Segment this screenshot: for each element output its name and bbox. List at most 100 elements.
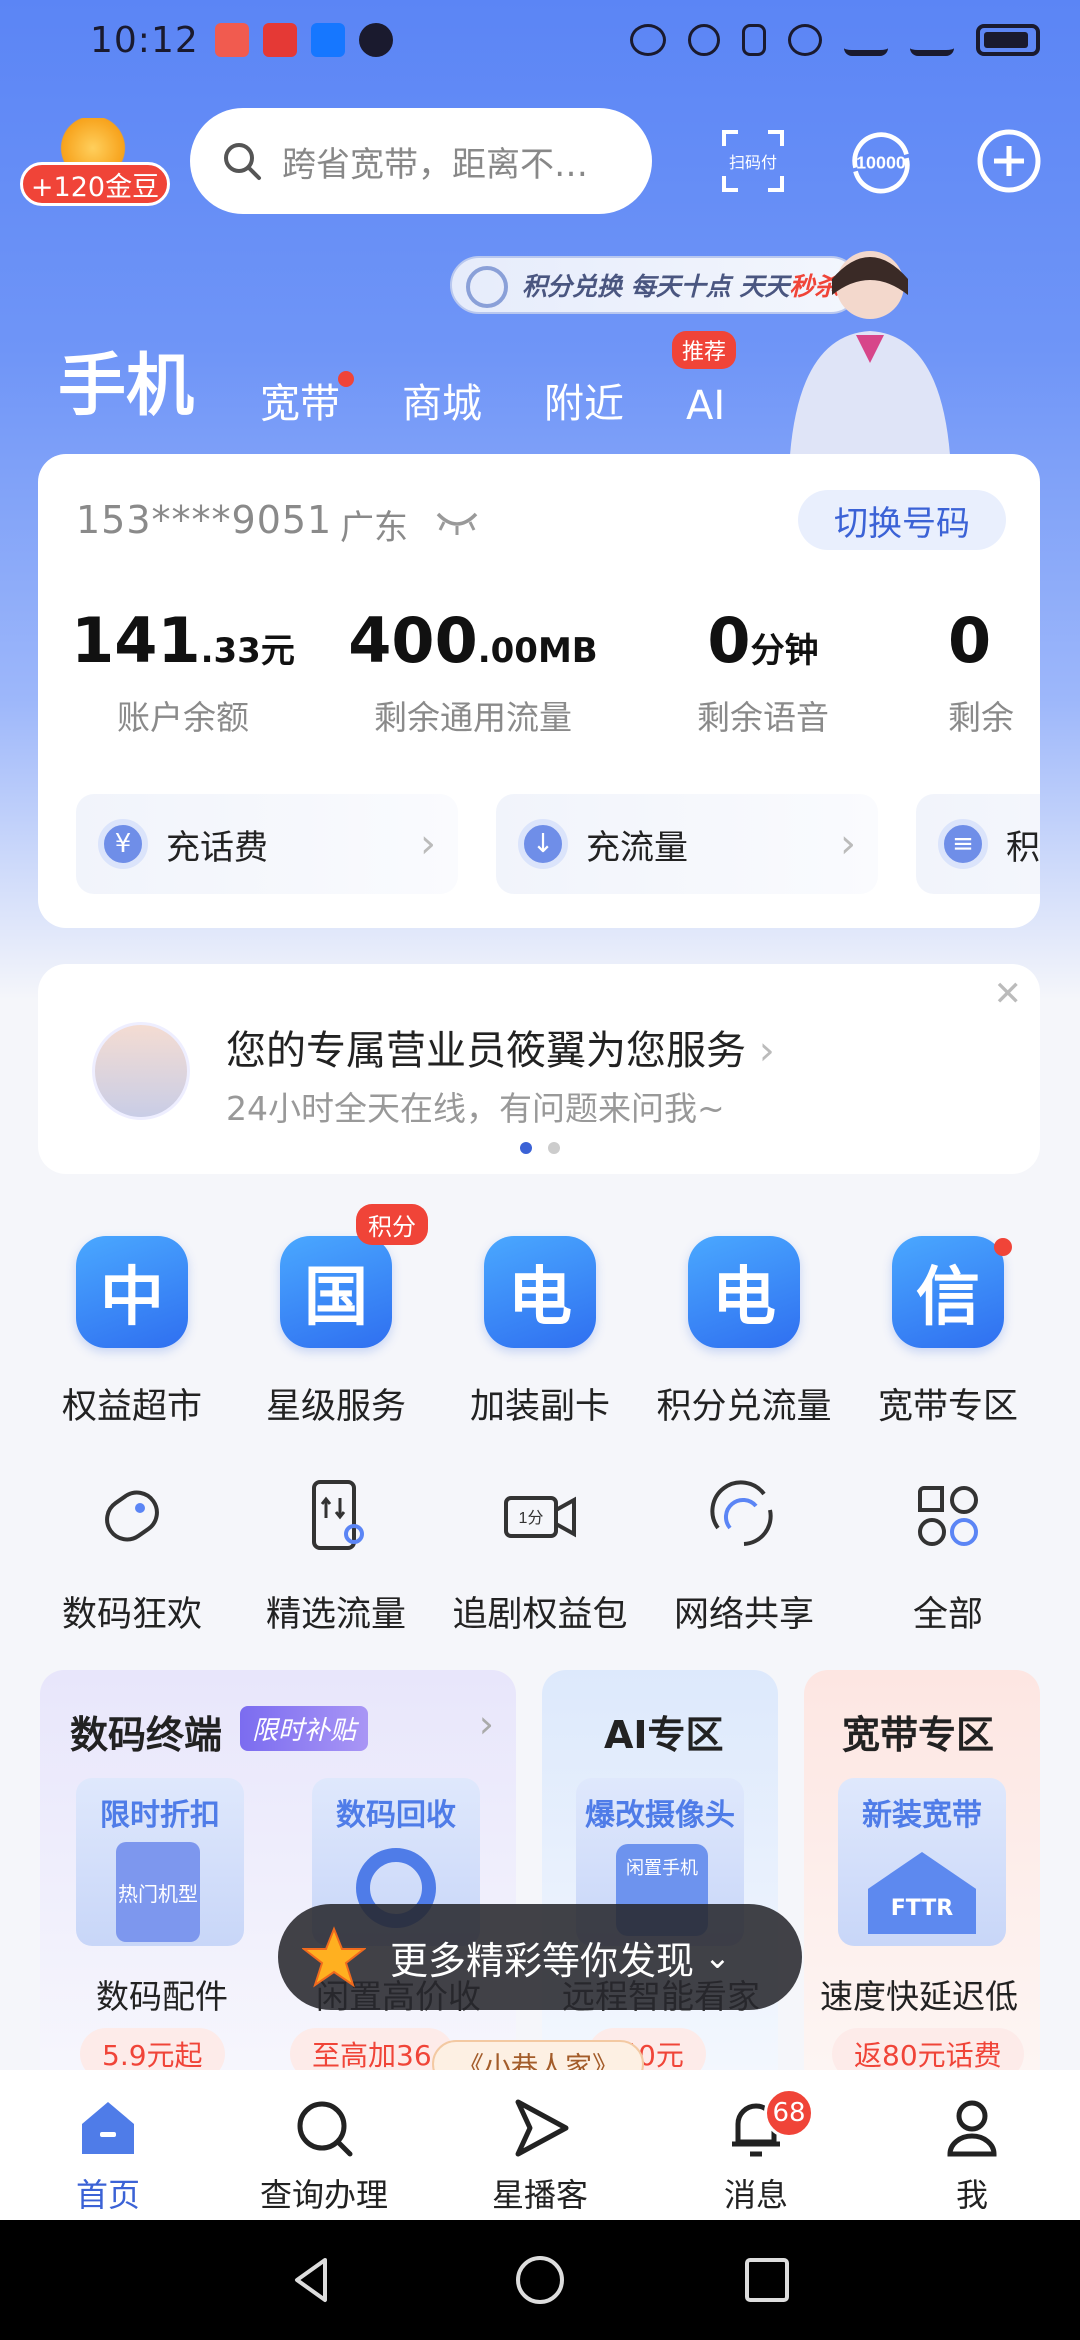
grid-item-points-for-data[interactable]: 电 积分兑流量 bbox=[642, 1236, 846, 1429]
tab-red-dot bbox=[338, 371, 355, 387]
grid-label: 积分兑流量 bbox=[656, 1387, 832, 1427]
stat-label: 剩余语音 bbox=[697, 698, 829, 737]
add-button[interactable] bbox=[976, 128, 1042, 194]
tab-mall[interactable]: 商城 bbox=[402, 371, 482, 429]
plus-circle-icon bbox=[977, 129, 1041, 193]
service-grid-row1: 中 权益超市 积分 国 星级服务 电 加装副卡 电 积分兑流量 信 宽带专区 bbox=[30, 1204, 1050, 1429]
digital-terminal-card[interactable]: 数码终端 限时补贴 › 限时折扣 热门机型 数码配件 5.9元起 数码回收 闲置… bbox=[40, 1670, 516, 2090]
service-agent-illustration bbox=[790, 251, 950, 455]
grid-item-network-share[interactable]: 网络共享 bbox=[642, 1476, 846, 1637]
dian-icon: 电 bbox=[688, 1236, 800, 1348]
grid-item-drama-pack[interactable]: 1分 追剧权益包 bbox=[438, 1476, 642, 1637]
grid-item-star-service[interactable]: 积分 国 星级服务 bbox=[234, 1204, 438, 1429]
quick-action-label: 积 bbox=[1006, 827, 1040, 868]
tab-ai[interactable]: AI 推荐 bbox=[672, 331, 737, 429]
staff-service-card[interactable]: 您的专属营业员筱翼为您服务 › 24小时全天在线，有问题来问我~ ✕ bbox=[38, 964, 1040, 1174]
grid-item-broadband-zone[interactable]: 信 宽带专区 bbox=[846, 1236, 1050, 1429]
close-icon[interactable]: ✕ bbox=[994, 974, 1023, 1014]
image-caption: 爆改摄像头 bbox=[585, 1798, 735, 1833]
status-system-icons bbox=[630, 24, 1040, 56]
service-grid-row2: 数码狂欢 精选流量 1分 追剧权益包 网络共享 全部 bbox=[30, 1476, 1050, 1637]
yuan-icon: ¥ bbox=[98, 819, 148, 869]
promo-label: 数码配件 bbox=[96, 1977, 228, 2016]
discover-more-toast[interactable]: 更多精彩等你发现 ⌄ bbox=[278, 1904, 802, 2010]
stat-value: 0 bbox=[948, 604, 992, 677]
promo-image-broadband[interactable]: 新装宽带 FTTR bbox=[838, 1778, 1006, 1946]
nav-me[interactable]: 我 bbox=[864, 2096, 1080, 2220]
search-placeholder: 跨省宽带，距离不… bbox=[282, 144, 588, 185]
nav-label: 首页 bbox=[75, 2176, 140, 2214]
guo-icon: 国 bbox=[280, 1236, 392, 1348]
nav-messages[interactable]: 68 消息 bbox=[648, 2088, 864, 2220]
scan-pay-button[interactable]: 扫码付 bbox=[720, 128, 786, 194]
recharge-data-button[interactable]: ↓ 充流量 › bbox=[496, 794, 878, 894]
send-play-icon bbox=[515, 2099, 569, 2157]
tab-nearby[interactable]: 附近 bbox=[544, 371, 624, 429]
nav-label: 星播客 bbox=[491, 2176, 588, 2214]
nav-star-podcast[interactable]: 星播客 bbox=[432, 2096, 648, 2220]
grid-label: 数码狂欢 bbox=[61, 1595, 202, 1635]
grid-item-add-sub-card[interactable]: 电 加装副卡 bbox=[438, 1236, 642, 1429]
stat-balance[interactable]: 141.33元 账户余额 bbox=[38, 604, 328, 739]
grid-item-digital-carnival[interactable]: 数码狂欢 bbox=[30, 1476, 234, 1637]
recharge-phone-button[interactable]: ¥ 充话费 › bbox=[76, 794, 458, 894]
nav-query[interactable]: 查询办理 bbox=[216, 2096, 432, 2220]
chevron-right-icon: › bbox=[478, 1702, 494, 1746]
grid-label: 宽带专区 bbox=[877, 1387, 1018, 1427]
ai-zone-card[interactable]: AI专区 爆改摄像头 闲置手机 远程智能看家 月0元 bbox=[542, 1670, 778, 2090]
grid-item-benefits-market[interactable]: 中 权益超市 bbox=[30, 1236, 234, 1429]
vibrate-icon bbox=[742, 24, 766, 56]
broadband-zone-card[interactable]: 宽带专区 新装宽带 FTTR 速度快延迟低 返80元话费 bbox=[804, 1670, 1040, 2090]
service-10000-icon: 10000 bbox=[852, 132, 910, 194]
stat-label: 剩余 bbox=[948, 698, 1014, 737]
stat-data[interactable]: 400.00MB 剩余通用流量 bbox=[328, 604, 618, 739]
nav-home[interactable]: 首页 bbox=[0, 2096, 216, 2220]
switch-number-button[interactable]: 切换号码 bbox=[798, 490, 1006, 550]
account-stats: 141.33元 账户余额 400.00MB 剩余通用流量 0分钟 剩余语音 0 … bbox=[38, 604, 1040, 739]
stat-unit: .00MB bbox=[477, 631, 598, 671]
toast-text: 更多精彩等你发现 bbox=[390, 1938, 695, 1983]
promo-text: 积分兑换 每天十点 天天 bbox=[522, 272, 790, 301]
wechat-app-icon bbox=[358, 23, 393, 57]
image-caption: 数码回收 bbox=[336, 1798, 456, 1833]
customer-service-button[interactable]: 10000 bbox=[848, 128, 918, 194]
promo-image-accessories[interactable]: 限时折扣 热门机型 bbox=[76, 1778, 244, 1946]
stat-remaining[interactable]: 0 剩余 bbox=[908, 604, 1040, 739]
stat-value: 141 bbox=[71, 604, 201, 677]
svg-text:1分: 1分 bbox=[519, 1509, 544, 1527]
nav-label: 消息 bbox=[723, 2176, 788, 2214]
tab-broadband[interactable]: 宽带 bbox=[260, 371, 355, 429]
phone-transfer-icon bbox=[296, 1476, 376, 1556]
telecom-logo-icon: 电 bbox=[484, 1236, 596, 1348]
grid-item-all[interactable]: 全部 bbox=[846, 1476, 1050, 1637]
stat-voice[interactable]: 0分钟 剩余语音 bbox=[618, 604, 908, 739]
points-button[interactable]: ≡ 积 bbox=[916, 794, 1040, 894]
status-bar: 10:12 bbox=[0, 0, 1080, 80]
clock-icon bbox=[466, 266, 508, 308]
hide-eye-icon[interactable] bbox=[434, 506, 480, 536]
staff-subtitle: 24小时全天在线，有问题来问我~ bbox=[226, 1089, 725, 1128]
coin-gift-icon[interactable] bbox=[50, 118, 136, 168]
search-bar[interactable]: 跨省宽带，距离不… bbox=[190, 108, 652, 214]
signal-4g-icon bbox=[910, 24, 954, 56]
recents-icon[interactable] bbox=[739, 2252, 795, 2308]
status-time: 10:12 bbox=[90, 19, 199, 61]
apps-grid-icon bbox=[908, 1476, 988, 1556]
grid-item-featured-data[interactable]: 精选流量 bbox=[234, 1476, 438, 1637]
grid-label: 加装副卡 bbox=[469, 1387, 610, 1427]
grid-label: 星级服务 bbox=[265, 1387, 406, 1427]
quick-action-label: 充话费 bbox=[166, 827, 268, 868]
huawei-app-icon bbox=[214, 23, 249, 57]
home-icon bbox=[82, 2102, 134, 2154]
carousel-dots bbox=[520, 1142, 560, 1154]
tab-phone[interactable]: 手机 bbox=[58, 330, 194, 429]
redbook-app-icon bbox=[262, 23, 297, 57]
home-circle-icon[interactable] bbox=[512, 2252, 568, 2308]
back-icon[interactable] bbox=[285, 2252, 341, 2308]
chevron-right-icon: › bbox=[420, 821, 436, 867]
quick-action-label: 充流量 bbox=[586, 827, 688, 868]
coin-badge[interactable]: +120金豆 bbox=[20, 162, 170, 206]
battery-icon bbox=[976, 24, 1040, 56]
system-nav-bar bbox=[0, 2220, 1080, 2340]
card-title: AI专区 bbox=[604, 1713, 724, 1757]
